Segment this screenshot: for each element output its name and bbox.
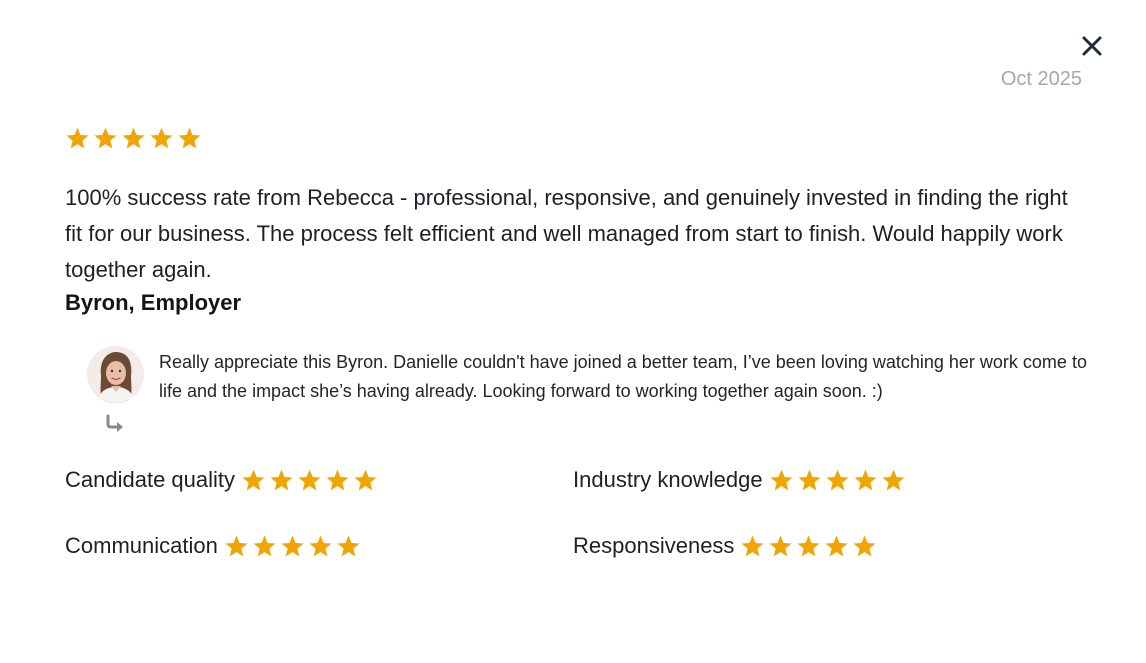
star-icon (93, 126, 118, 151)
star-icon (769, 468, 794, 493)
star-icon (177, 126, 202, 151)
star-icon (224, 534, 249, 559)
reply-arrow-icon (106, 414, 123, 432)
criteria-communication: Communication (65, 533, 361, 559)
criteria-rating (769, 468, 906, 493)
review-modal: Oct 2025 100% success rate from Rebecca … (0, 0, 1146, 663)
criteria-candidate-quality: Candidate quality (65, 467, 378, 493)
star-icon (336, 534, 361, 559)
criteria-rating (241, 468, 378, 493)
reply-text: Really appreciate this Byron. Danielle c… (159, 352, 1087, 401)
criteria-rating (740, 534, 877, 559)
criteria-responsiveness: Responsiveness (573, 533, 877, 559)
star-icon (796, 534, 821, 559)
star-icon (797, 468, 822, 493)
review-date: Oct 2025 (1000, 68, 1082, 90)
star-icon (825, 468, 850, 493)
star-icon (353, 468, 378, 493)
criteria-label: Responsiveness (573, 533, 735, 558)
reply-block: Really appreciate this Byron. Danielle c… (87, 346, 1087, 446)
review-author: Byron, Employer (65, 290, 242, 315)
star-icon (824, 534, 849, 559)
star-icon (308, 534, 333, 559)
close-icon[interactable] (1081, 35, 1103, 57)
star-icon (280, 534, 305, 559)
star-icon (121, 126, 146, 151)
criteria-label: Candidate quality (65, 467, 236, 492)
star-icon (65, 126, 90, 151)
star-icon (149, 126, 174, 151)
star-icon (853, 468, 878, 493)
star-icon (740, 534, 765, 559)
star-icon (252, 534, 277, 559)
star-icon (297, 468, 322, 493)
review-text: 100% success rate from Rebecca - profess… (65, 185, 1068, 282)
star-icon (325, 468, 350, 493)
criteria-label: Industry knowledge (573, 467, 763, 492)
criteria-industry-knowledge: Industry knowledge (573, 467, 906, 493)
star-icon (852, 534, 877, 559)
star-icon (881, 468, 906, 493)
criteria-label: Communication (65, 533, 218, 558)
overall-rating (65, 126, 202, 151)
avatar (87, 346, 144, 403)
criteria-rating (224, 534, 361, 559)
star-icon (269, 468, 294, 493)
star-icon (768, 534, 793, 559)
close-button[interactable] (1076, 30, 1108, 62)
star-icon (241, 468, 266, 493)
